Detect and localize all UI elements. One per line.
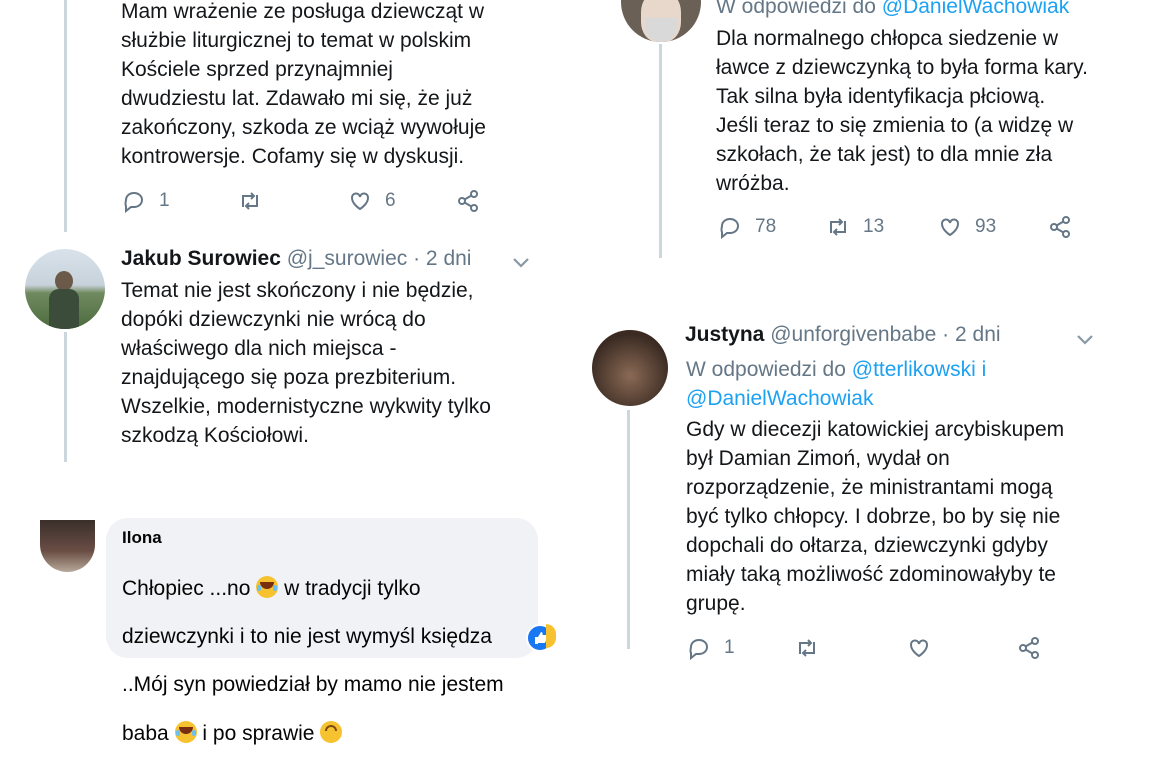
comment-text-part: baba	[122, 722, 175, 745]
tweet-actions: 1 6	[121, 187, 481, 215]
tweet-header: Justyna @unforgivenbabe · 2 dni	[685, 322, 1001, 348]
like-icon	[941, 218, 959, 237]
user-name[interactable]: Justyna	[685, 323, 764, 346]
reply-count: 1	[724, 637, 735, 658]
retweet-icon	[241, 192, 258, 210]
comment-text-part: Chłopiec ...no	[122, 577, 257, 600]
share-icon	[1050, 216, 1070, 238]
tweet-text: Gdy w diecezji katowickiej arcybiskupem …	[686, 418, 1065, 615]
reply-context: W odpowiedzi do @DanielWachowiak	[716, 0, 1069, 21]
comment-text-part: i po sprawie	[196, 722, 321, 745]
reply-and: i	[975, 358, 987, 381]
chevron-down-icon	[1077, 335, 1093, 345]
retweet-icon	[830, 218, 846, 236]
like-button[interactable]	[906, 635, 1016, 661]
comment-text-line: ..Mój syn powiedział by mamo nie jestem	[122, 673, 504, 696]
tweet-menu-button[interactable]	[511, 255, 531, 269]
reply-context: W odpowiedzi do @tterlikowski i @DanielW…	[686, 355, 1126, 413]
thread-line	[659, 44, 662, 258]
mention-link[interactable]: @tterlikowski	[852, 358, 976, 381]
retweet-button[interactable]: 13	[825, 214, 937, 240]
reaction-icon	[546, 624, 556, 648]
share-icon	[1019, 637, 1039, 659]
tweet-time: · 2 dni	[942, 323, 1001, 346]
avatar[interactable]	[40, 520, 95, 572]
like-count: 6	[384, 190, 396, 211]
thread-line	[627, 410, 630, 649]
reply-count: 78	[755, 216, 777, 237]
tweet-actions: 1	[686, 634, 1066, 662]
reply-icon	[689, 638, 709, 661]
reply-prefix: W odpowiedzi do	[716, 0, 882, 18]
share-button[interactable]	[455, 188, 481, 214]
comment-text: Chłopiec ...no w tradycji tylko dziewczy…	[122, 552, 532, 770]
comment-bubble: Ilona Chłopiec ...no w tradycji tylko dz…	[106, 518, 538, 745]
mention-link[interactable]: @DanielWachowiak	[686, 387, 873, 410]
reply-count: 1	[159, 190, 170, 211]
reply-icon	[720, 217, 740, 240]
avatar[interactable]	[621, 0, 701, 42]
like-count: 93	[975, 216, 997, 237]
comment-text-part: w tradycji tylko	[278, 577, 421, 600]
reply-prefix: W odpowiedzi do	[686, 358, 852, 381]
share-button[interactable]	[1016, 635, 1042, 661]
retweet-button[interactable]	[237, 188, 347, 214]
retweet-icon	[799, 639, 815, 657]
tweet-menu-button[interactable]	[1075, 332, 1095, 346]
tweet-text: Temat nie jest skończony i nie będzie, d…	[121, 279, 491, 447]
chevron-down-icon	[513, 258, 529, 268]
avatar[interactable]	[592, 330, 668, 406]
user-handle[interactable]: @unforgivenbabe	[770, 323, 936, 346]
reply-button[interactable]: 78	[717, 214, 825, 240]
reply-icon	[124, 191, 144, 214]
thread-line	[64, 0, 67, 232]
mention-link[interactable]: @DanielWachowiak	[882, 0, 1069, 18]
user-handle[interactable]: @j_surowiec	[287, 247, 408, 270]
share-button[interactable]	[1047, 214, 1073, 240]
reply-button[interactable]: 1	[121, 188, 237, 214]
retweet-count: 13	[863, 216, 885, 237]
thread-line	[64, 332, 67, 462]
like-button[interactable]: 93	[937, 214, 1047, 240]
laughing-emoji-icon	[174, 721, 197, 743]
upside-down-emoji-icon	[320, 721, 343, 743]
like-icon	[350, 192, 369, 211]
commenter-name[interactable]: Ilona	[122, 528, 162, 548]
like-button[interactable]: 6	[347, 188, 455, 214]
like-icon	[910, 639, 928, 658]
avatar[interactable]	[25, 249, 105, 329]
share-icon	[458, 190, 479, 212]
retweet-button[interactable]	[794, 635, 906, 661]
user-name[interactable]: Jakub Surowiec	[121, 247, 281, 270]
laughing-emoji-icon	[256, 576, 279, 598]
tweet-text: Mam wrażenie ze posługa dziewcząt w służ…	[121, 0, 486, 168]
reply-button[interactable]: 1	[686, 635, 794, 661]
comment-text-line: dziewczynki i to nie jest wymyśl księdza	[122, 625, 492, 648]
tweet-text: Dla normalnego chłopca siedzenie w ławce…	[716, 27, 1088, 195]
tweet-actions: 78 13 93	[717, 213, 1097, 241]
tweet-time: · 2 dni	[413, 247, 472, 270]
tweet-header: Jakub Surowiec @j_surowiec · 2 dni	[121, 246, 471, 272]
